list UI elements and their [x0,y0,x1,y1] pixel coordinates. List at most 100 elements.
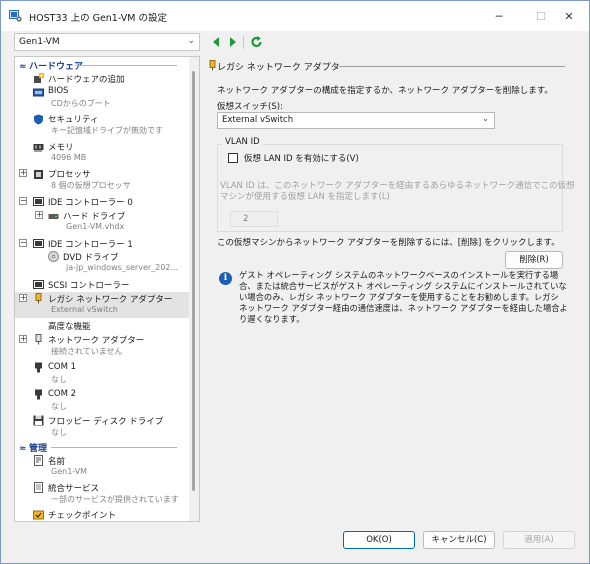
tree-scrollbar[interactable] [189,57,199,521]
tree-item-label: 名前 [48,457,66,467]
shield-icon [34,114,43,125]
virtual-switch-label: 仮想スイッチ(S): [217,102,283,112]
tree-item-security[interactable]: セキュリティ キー記憶域ドライブが無効です [15,112,189,138]
expand-plus-icon[interactable]: + [19,294,27,302]
tree-item-ide-controller-0[interactable]: − IDE コントローラー 0 [15,195,189,208]
tree-item-legacy-network-adapter[interactable]: + レガシ ネットワーク アダプター External vSwitch [15,292,189,318]
tree-item-advanced-features[interactable]: 高度な機能 [15,319,189,332]
remove-button[interactable]: 削除(R) [505,251,563,269]
group-divider [339,66,565,67]
com-port-icon [35,362,42,373]
info-message: ゲスト オペレーティング システムのネットワークベースのインストールを実行する場… [239,270,568,324]
tree-item-sub: なし [51,402,67,411]
expand-plus-icon[interactable]: + [35,211,43,219]
tree-item-network-adapter[interactable]: + ネットワーク アダプター 接続されていません [15,333,189,359]
cancel-button[interactable]: キャンセル(C) [423,531,495,549]
tree-item-hard-drive[interactable]: + ハード ドライブ Gen1-VM.vhdx [15,209,189,235]
tree-item-integration-services[interactable]: 統合サービス 一部のサービスが提供されています [15,481,189,507]
tree-item-label: ネットワーク アダプター [48,336,145,346]
vm-select-dropdown[interactable]: Gen1-VM ⌄ [14,33,200,51]
tree-item-label: メモリ [48,143,74,153]
tree-item-name[interactable]: 名前 Gen1-VM [15,454,189,480]
com-port-icon [35,389,42,400]
tree-scroll-thumb[interactable] [192,71,195,491]
vlan-enable-label[interactable]: 仮想 LAN ID を有効にする(V) [244,152,359,164]
tree-item-sub: ja-jp_windows_server_202... [66,263,179,272]
tree-item-label: DVD ドライブ [63,253,119,263]
tree-item-bios[interactable]: BIOS CDからのブート [15,85,189,111]
info-icon: i [219,272,232,285]
tree-item-sub: External vSwitch [51,305,118,314]
expand-plus-icon[interactable]: + [19,169,27,177]
tree-item-label: COM 2 [48,389,77,399]
floppy-disk-icon [33,415,44,426]
tree-item-add-hardware[interactable]: ハードウェアの追加 [15,72,189,85]
tree-item-label: 高度な機能 [48,322,91,332]
tree-item-sub: キー記憶域ドライブが無効です [51,126,163,135]
checkpoint-icon [33,510,44,520]
group-title: レガシ ネットワーク アダプター [217,63,349,73]
tree-item-ide-controller-1[interactable]: − IDE コントローラー 1 [15,237,189,250]
virtual-switch-dropdown[interactable]: External vSwitch ⌄ [217,112,495,129]
integration-services-icon [34,482,43,493]
hardware-section-header[interactable]: ≈ ハードウェア [15,59,189,72]
back-arrow-icon[interactable] [210,35,222,49]
hard-drive-icon [48,214,59,219]
tree-item-label: チェックポイント [48,511,117,521]
tree-item-sub: 8 個の仮想プロセッサ [51,181,131,190]
tree-item-processor[interactable]: + プロセッサ 8 個の仮想プロセッサ [15,167,189,193]
name-document-icon [34,455,43,466]
tree-item-scsi-controller[interactable]: SCSI コントローラー [15,278,189,291]
tree-item-checkpoints[interactable]: チェックポイント [15,508,189,521]
settings-app-icon [9,10,22,22]
tree-item-label: ハードウェアの追加 [48,75,125,85]
tree-item-label: BIOS [48,86,69,96]
scsi-controller-icon [33,280,44,289]
vlan-group-title: VLAN ID [223,137,262,147]
vlan-description-line2: マシンが使用する仮想 LAN を指定します(L) [220,192,390,202]
network-adapter-icon [35,334,42,345]
vlan-id-input[interactable]: 2 [230,211,278,227]
ok-button[interactable]: OK(O) [343,531,415,549]
dialog-button-bar: OK(O) キャンセル(C) 適用(A) [1,523,589,563]
tree-item-sub: Gen1-VM [51,467,88,476]
refresh-icon[interactable] [250,35,263,49]
close-button[interactable]: ✕ [547,1,590,31]
memory-icon [33,144,44,152]
expand-plus-icon[interactable]: + [19,335,27,343]
vlan-enable-checkbox[interactable] [228,153,238,163]
management-section-header[interactable]: ≈ 管理 [15,441,189,454]
toolbar: Gen1-VM ⌄ [1,31,589,53]
section-divider [75,65,177,66]
tree-item-memory[interactable]: メモリ 4096 MB [15,140,189,166]
hardware-tree-panel: ≈ ハードウェア ハードウェアの追加 BIOS CDからのブート セキュリティ キ… [14,56,200,522]
tree-item-dvd-drive[interactable]: DVD ドライブ ja-jp_windows_server_202... [15,250,189,276]
window-title: HOST33 上の Gen1-VM の設定 [29,13,167,24]
chevron-down-icon: ⌄ [481,114,489,124]
remove-description: この仮想マシンからネットワーク アダプターを削除するには、[削除] をクリックし… [217,238,560,248]
collapse-minus-icon[interactable]: − [19,239,27,247]
tree-item-label: SCSI コントローラー [48,281,130,291]
tree-item-sub: CDからのブート [51,99,111,108]
minimize-button[interactable]: ─ [477,1,521,31]
tree-item-com2[interactable]: COM 2 なし [15,388,189,414]
adapter-description: ネットワーク アダプターの構成を指定するか、ネットワーク アダプターを削除します… [217,86,553,96]
detail-panel: レガシ ネットワーク アダプター ネットワーク アダプターの構成を指定するか、ネ… [207,56,577,522]
tree-item-sub: 一部のサービスが提供されています [51,495,179,504]
tree-item-sub: Gen1-VM.vhdx [66,222,125,231]
hardware-header-label: ハードウェア [29,62,84,72]
apply-button[interactable]: 適用(A) [503,531,575,549]
tree-item-com1[interactable]: COM 1 なし [15,361,189,387]
tree-item-label: IDE コントローラー 1 [48,240,133,250]
tree-item-label: ハード ドライブ [63,212,126,222]
vlan-group: 仮想 LAN ID を有効にする(V) VLAN ID は、このネットワーク ア… [217,144,575,232]
tree-item-sub: なし [51,428,67,437]
collapse-minus-icon[interactable]: − [19,197,27,205]
virtual-switch-value: External vSwitch [222,115,294,125]
tree-item-label: フロッピー ディスク ドライブ [48,417,164,427]
dvd-disc-icon [48,251,59,262]
forward-arrow-icon[interactable] [227,35,239,49]
tree-item-floppy-drive[interactable]: フロッピー ディスク ドライブ なし [15,414,189,440]
tree-item-label: COM 1 [48,362,77,372]
title-bar: HOST33 上の Gen1-VM の設定 ─ ☐ ✕ [1,1,589,31]
